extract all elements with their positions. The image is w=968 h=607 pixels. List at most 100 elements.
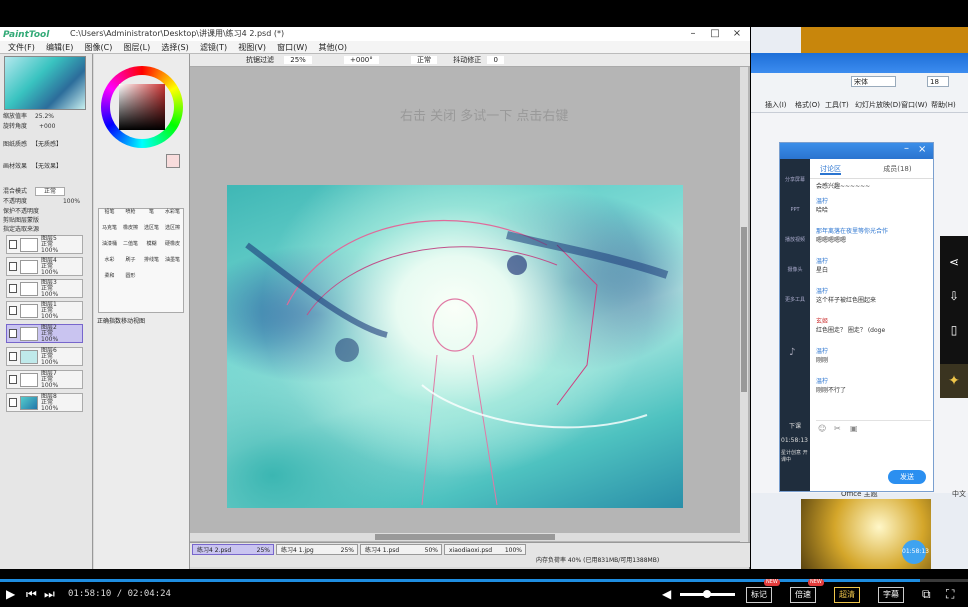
share-icon[interactable]: ⋖ (946, 254, 962, 270)
menu-image[interactable]: 图像(C) (85, 41, 113, 54)
eye-icon[interactable] (9, 306, 17, 315)
tool-pencil[interactable]: 铅笔 (99, 209, 120, 225)
more-tools-button[interactable]: 更多工具 (783, 285, 807, 307)
font-size-select[interactable]: 18 (927, 76, 949, 87)
file-tab[interactable]: 练习4 1.jpg 25% (276, 544, 358, 555)
blend-select[interactable]: 正常 (34, 187, 65, 196)
tool-hard-eraser[interactable]: 硬橡皮 (162, 241, 183, 257)
horizontal-scroll-thumb[interactable] (375, 534, 555, 540)
emoji-icon[interactable]: ☺ (818, 424, 826, 433)
tool-round[interactable]: 圆形 (120, 273, 141, 289)
tool-water[interactable]: 水彩 (99, 257, 120, 273)
file-tab[interactable]: 练习4 2.psd 25% (192, 544, 274, 555)
tool-binary-pen[interactable]: 二值笔 (120, 241, 141, 257)
bookmark-button[interactable]: 标记 (746, 587, 772, 603)
image-icon[interactable]: ▣ (850, 424, 858, 433)
quality-button[interactable]: 超清 (834, 587, 860, 603)
ppt-menu-insert[interactable]: 插入(I) (765, 100, 787, 110)
tool-hatch-pen[interactable]: 排线笔 (141, 257, 162, 273)
eye-icon[interactable] (9, 240, 17, 249)
eye-icon[interactable] (9, 329, 17, 338)
menu-file[interactable]: 文件(F) (8, 41, 35, 54)
vertical-scroll-thumb[interactable] (741, 227, 747, 392)
tab-members[interactable]: 成员(18) (883, 165, 911, 173)
current-color-swatch[interactable] (166, 154, 180, 168)
nav-angle-value[interactable]: +000 (39, 123, 55, 130)
eye-icon[interactable] (9, 352, 17, 361)
file-tab[interactable]: 练习4 1.psd 50% (360, 544, 442, 555)
navigator-thumbnail[interactable] (4, 56, 86, 110)
tool-blur[interactable]: 模糊 (141, 241, 162, 257)
fullscreen-icon[interactable]: ⛶ (946, 587, 954, 601)
nav-zoom-value[interactable]: 25.2% (35, 113, 54, 120)
color-wheel[interactable] (101, 66, 183, 148)
eye-icon[interactable] (9, 262, 17, 271)
eye-icon[interactable] (9, 284, 17, 293)
end-class-button[interactable]: 下课 (782, 421, 808, 430)
zoom-select[interactable]: 25% (284, 56, 312, 64)
previous-icon[interactable]: ⏮ (26, 587, 37, 601)
menu-filter[interactable]: 滤镜(T) (200, 41, 227, 54)
next-icon[interactable]: ⏭ (44, 587, 55, 601)
horizontal-scrollbar[interactable] (190, 533, 740, 541)
vertical-scrollbar[interactable] (740, 67, 748, 557)
menu-edit[interactable]: 编辑(E) (46, 41, 73, 54)
file-tab[interactable]: xiaodiaoxi.psd 100% (444, 544, 526, 555)
effect-value[interactable]: 【无效果】 (32, 163, 62, 170)
ppt-menu-window[interactable]: 窗口(W) (901, 100, 927, 110)
maximize-icon[interactable]: □ (704, 27, 726, 41)
subtitle-button[interactable]: 字幕 (878, 587, 904, 603)
mode-select[interactable]: 正常 (411, 56, 437, 64)
layer-row[interactable]: 图层1 正常 100% (6, 301, 83, 320)
scissors-icon[interactable]: ✂ (834, 424, 841, 433)
close-icon[interactable]: × (726, 27, 748, 41)
selection-source-checkbox[interactable]: 指定选取来源 (3, 225, 89, 235)
close-icon[interactable]: × (918, 144, 926, 155)
tool-soft[interactable]: 柔和 (99, 273, 120, 289)
speed-button[interactable]: 倍速 (790, 587, 816, 603)
menu-select[interactable]: 选择(S) (161, 41, 188, 54)
tool-marker[interactable]: 马克笔 (99, 225, 120, 241)
menu-window[interactable]: 窗口(W) (277, 41, 307, 54)
tool-select-eraser[interactable]: 选区擦 (162, 225, 183, 241)
mic-icon[interactable]: ♪ (789, 347, 795, 358)
minimize-icon[interactable]: – (682, 27, 704, 41)
paper-texture-value[interactable]: 【无质感】 (32, 141, 62, 148)
tool-eraser[interactable]: 橡皮擦 (120, 225, 141, 241)
menu-layer[interactable]: 图层(L) (124, 41, 151, 54)
volume-knob[interactable] (703, 590, 712, 598)
layer-row[interactable]: 图层3 正常 100% (6, 279, 83, 298)
volume-icon[interactable]: ◀ (662, 587, 671, 601)
painting-canvas[interactable] (227, 185, 683, 508)
menu-view[interactable]: 视图(V) (238, 41, 266, 54)
layer-row[interactable]: 图层7 正常 100% (6, 370, 83, 389)
tool-ink-pen[interactable]: 油墨笔 (162, 257, 183, 273)
ppt-menu-help[interactable]: 帮助(H) (931, 100, 956, 110)
play-video-button[interactable]: 播放视频 (783, 225, 807, 247)
tab-discussion[interactable]: 讨论区 (820, 165, 841, 175)
anti-alias-checkbox[interactable]: 抗锯过滤 (246, 56, 274, 64)
layer-row[interactable]: 图层6 正常 100% (6, 347, 83, 366)
tool-brush[interactable]: 笔 (141, 209, 162, 225)
tool-watercolor[interactable]: 水彩笔 (162, 209, 183, 225)
font-name-select[interactable]: 宋体 (851, 76, 896, 87)
camera-button[interactable]: 摄像头 (783, 255, 807, 277)
ppt-menu-format[interactable]: 格式(O) (795, 100, 820, 110)
share-screen-button[interactable]: 分享屏幕 (783, 165, 807, 187)
saturation-value-picker[interactable] (119, 84, 165, 130)
tool-select-pen[interactable]: 选区笔 (141, 225, 162, 241)
ppt-menu-slideshow[interactable]: 幻灯片放映(D) (855, 100, 901, 110)
pip-icon[interactable]: ⧉ (922, 587, 931, 601)
eye-icon[interactable] (9, 398, 17, 407)
trash-icon[interactable]: ▯ (946, 322, 962, 338)
minimize-icon[interactable]: – (904, 143, 909, 154)
ppt-menu-tools[interactable]: 工具(T) (825, 100, 849, 110)
tool-airbrush[interactable]: 喷枪 (120, 209, 141, 225)
download-icon[interactable]: ⇩ (946, 288, 962, 304)
layer-row-selected[interactable]: 图层2 正常 100% (6, 324, 83, 343)
ppt-button[interactable]: PPT (783, 195, 807, 217)
tool-bristle[interactable]: 刷子 (120, 257, 141, 273)
layer-row[interactable]: 图层8 正常 100% (6, 393, 83, 412)
pin-icon[interactable]: ✦ (940, 364, 968, 398)
opacity-value[interactable]: 100% (63, 198, 80, 205)
